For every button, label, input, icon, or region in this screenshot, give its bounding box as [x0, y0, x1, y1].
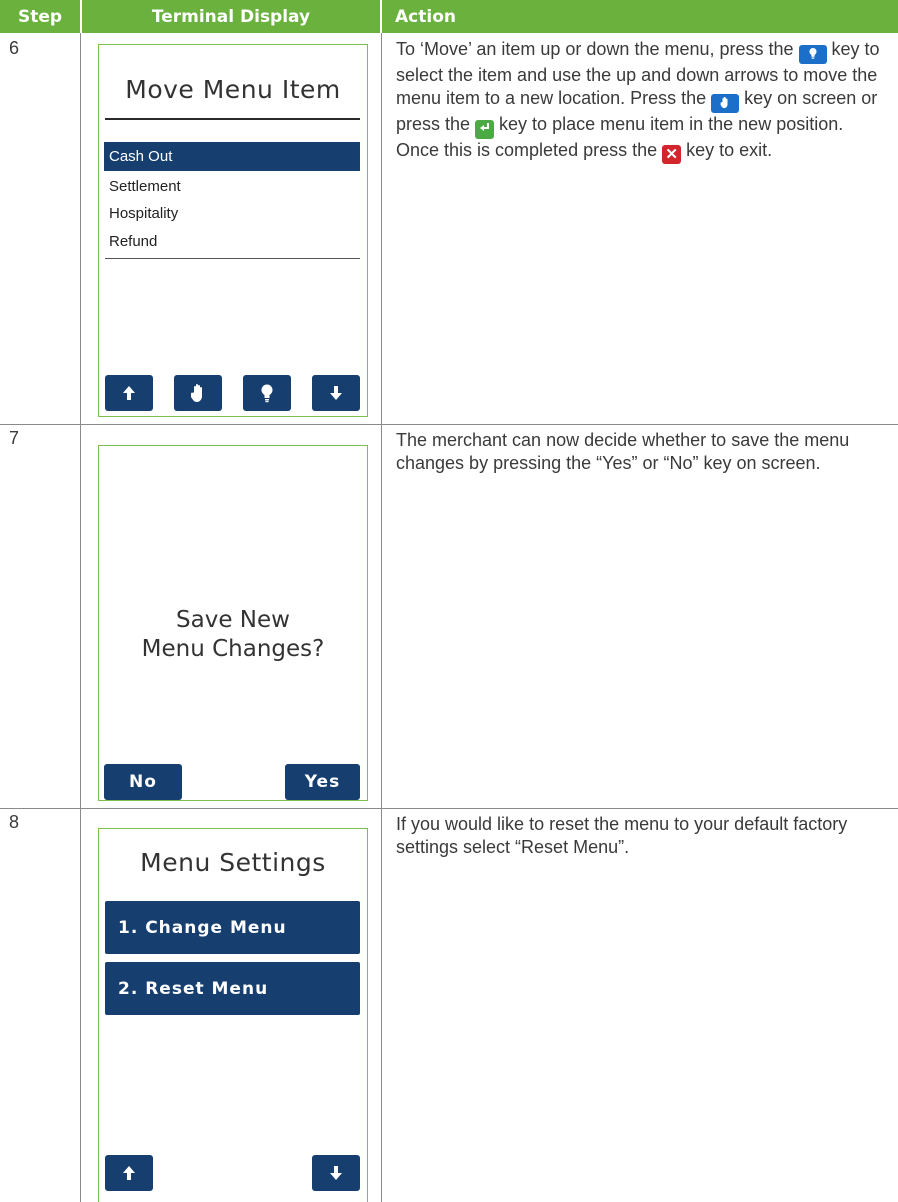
down-arrow-button[interactable] — [312, 375, 360, 411]
action-text-step-6: To ‘Move’ an item up or down the menu, p… — [396, 39, 880, 164]
hand-button[interactable] — [174, 375, 222, 411]
row-divider — [0, 808, 898, 809]
terminal-screen-menu-settings: Menu Settings 1. Change Menu 2. Reset Me… — [98, 828, 368, 1202]
yes-button[interactable]: Yes — [285, 764, 360, 800]
instruction-table: Step Terminal Display Action 6 Move Menu… — [0, 0, 898, 1202]
cancel-key-icon: ✕ — [662, 144, 682, 164]
hand-key-icon — [711, 93, 740, 113]
screen-title: Menu Settings — [140, 848, 326, 877]
step-number: 6 — [9, 38, 20, 58]
menu-item-cash-out[interactable]: Cash Out — [104, 142, 360, 171]
list-rule — [105, 258, 360, 259]
header-step: Step — [0, 0, 80, 33]
column-divider — [80, 33, 81, 1202]
down-arrow-icon — [330, 1166, 342, 1180]
up-arrow-icon — [123, 1166, 135, 1180]
bulb-icon — [261, 384, 273, 403]
menu-item-hospitality[interactable]: Hospitality — [104, 199, 360, 228]
question-line-1: Save New — [176, 607, 290, 633]
reset-menu-option[interactable]: 2. Reset Menu — [105, 962, 360, 1015]
bulb-key-icon — [798, 45, 827, 64]
enter-key-icon — [475, 119, 495, 139]
menu-item-settlement[interactable]: Settlement — [104, 172, 360, 201]
up-arrow-button[interactable] — [105, 1155, 153, 1191]
header-terminal-display: Terminal Display — [82, 0, 380, 33]
question-line-2: Menu Changes? — [141, 636, 325, 662]
down-arrow-icon — [330, 386, 342, 400]
change-menu-option[interactable]: 1. Change Menu — [105, 901, 360, 954]
menu-item-refund[interactable]: Refund — [104, 227, 360, 256]
down-arrow-button[interactable] — [312, 1155, 360, 1191]
step-number: 8 — [9, 812, 20, 832]
bulb-button[interactable] — [243, 375, 291, 411]
hand-icon — [190, 384, 202, 402]
title-rule — [105, 118, 360, 120]
column-divider — [381, 33, 382, 1202]
action-text-step-7: The merchant can now decide whether to s… — [396, 430, 850, 473]
terminal-screen-move-menu: Move Menu Item Cash Out Settlement Hospi… — [98, 44, 368, 417]
header-action: Action — [382, 0, 898, 33]
terminal-screen-save-changes: Save New Menu Changes? No Yes — [98, 445, 368, 801]
up-arrow-icon — [123, 386, 135, 400]
row-divider — [0, 424, 898, 425]
step-number: 7 — [9, 428, 20, 448]
screen-title: Move Menu Item — [125, 75, 341, 104]
up-arrow-button[interactable] — [105, 375, 153, 411]
no-button[interactable]: No — [104, 764, 182, 800]
action-text-step-8: If you would like to reset the menu to y… — [396, 814, 848, 857]
